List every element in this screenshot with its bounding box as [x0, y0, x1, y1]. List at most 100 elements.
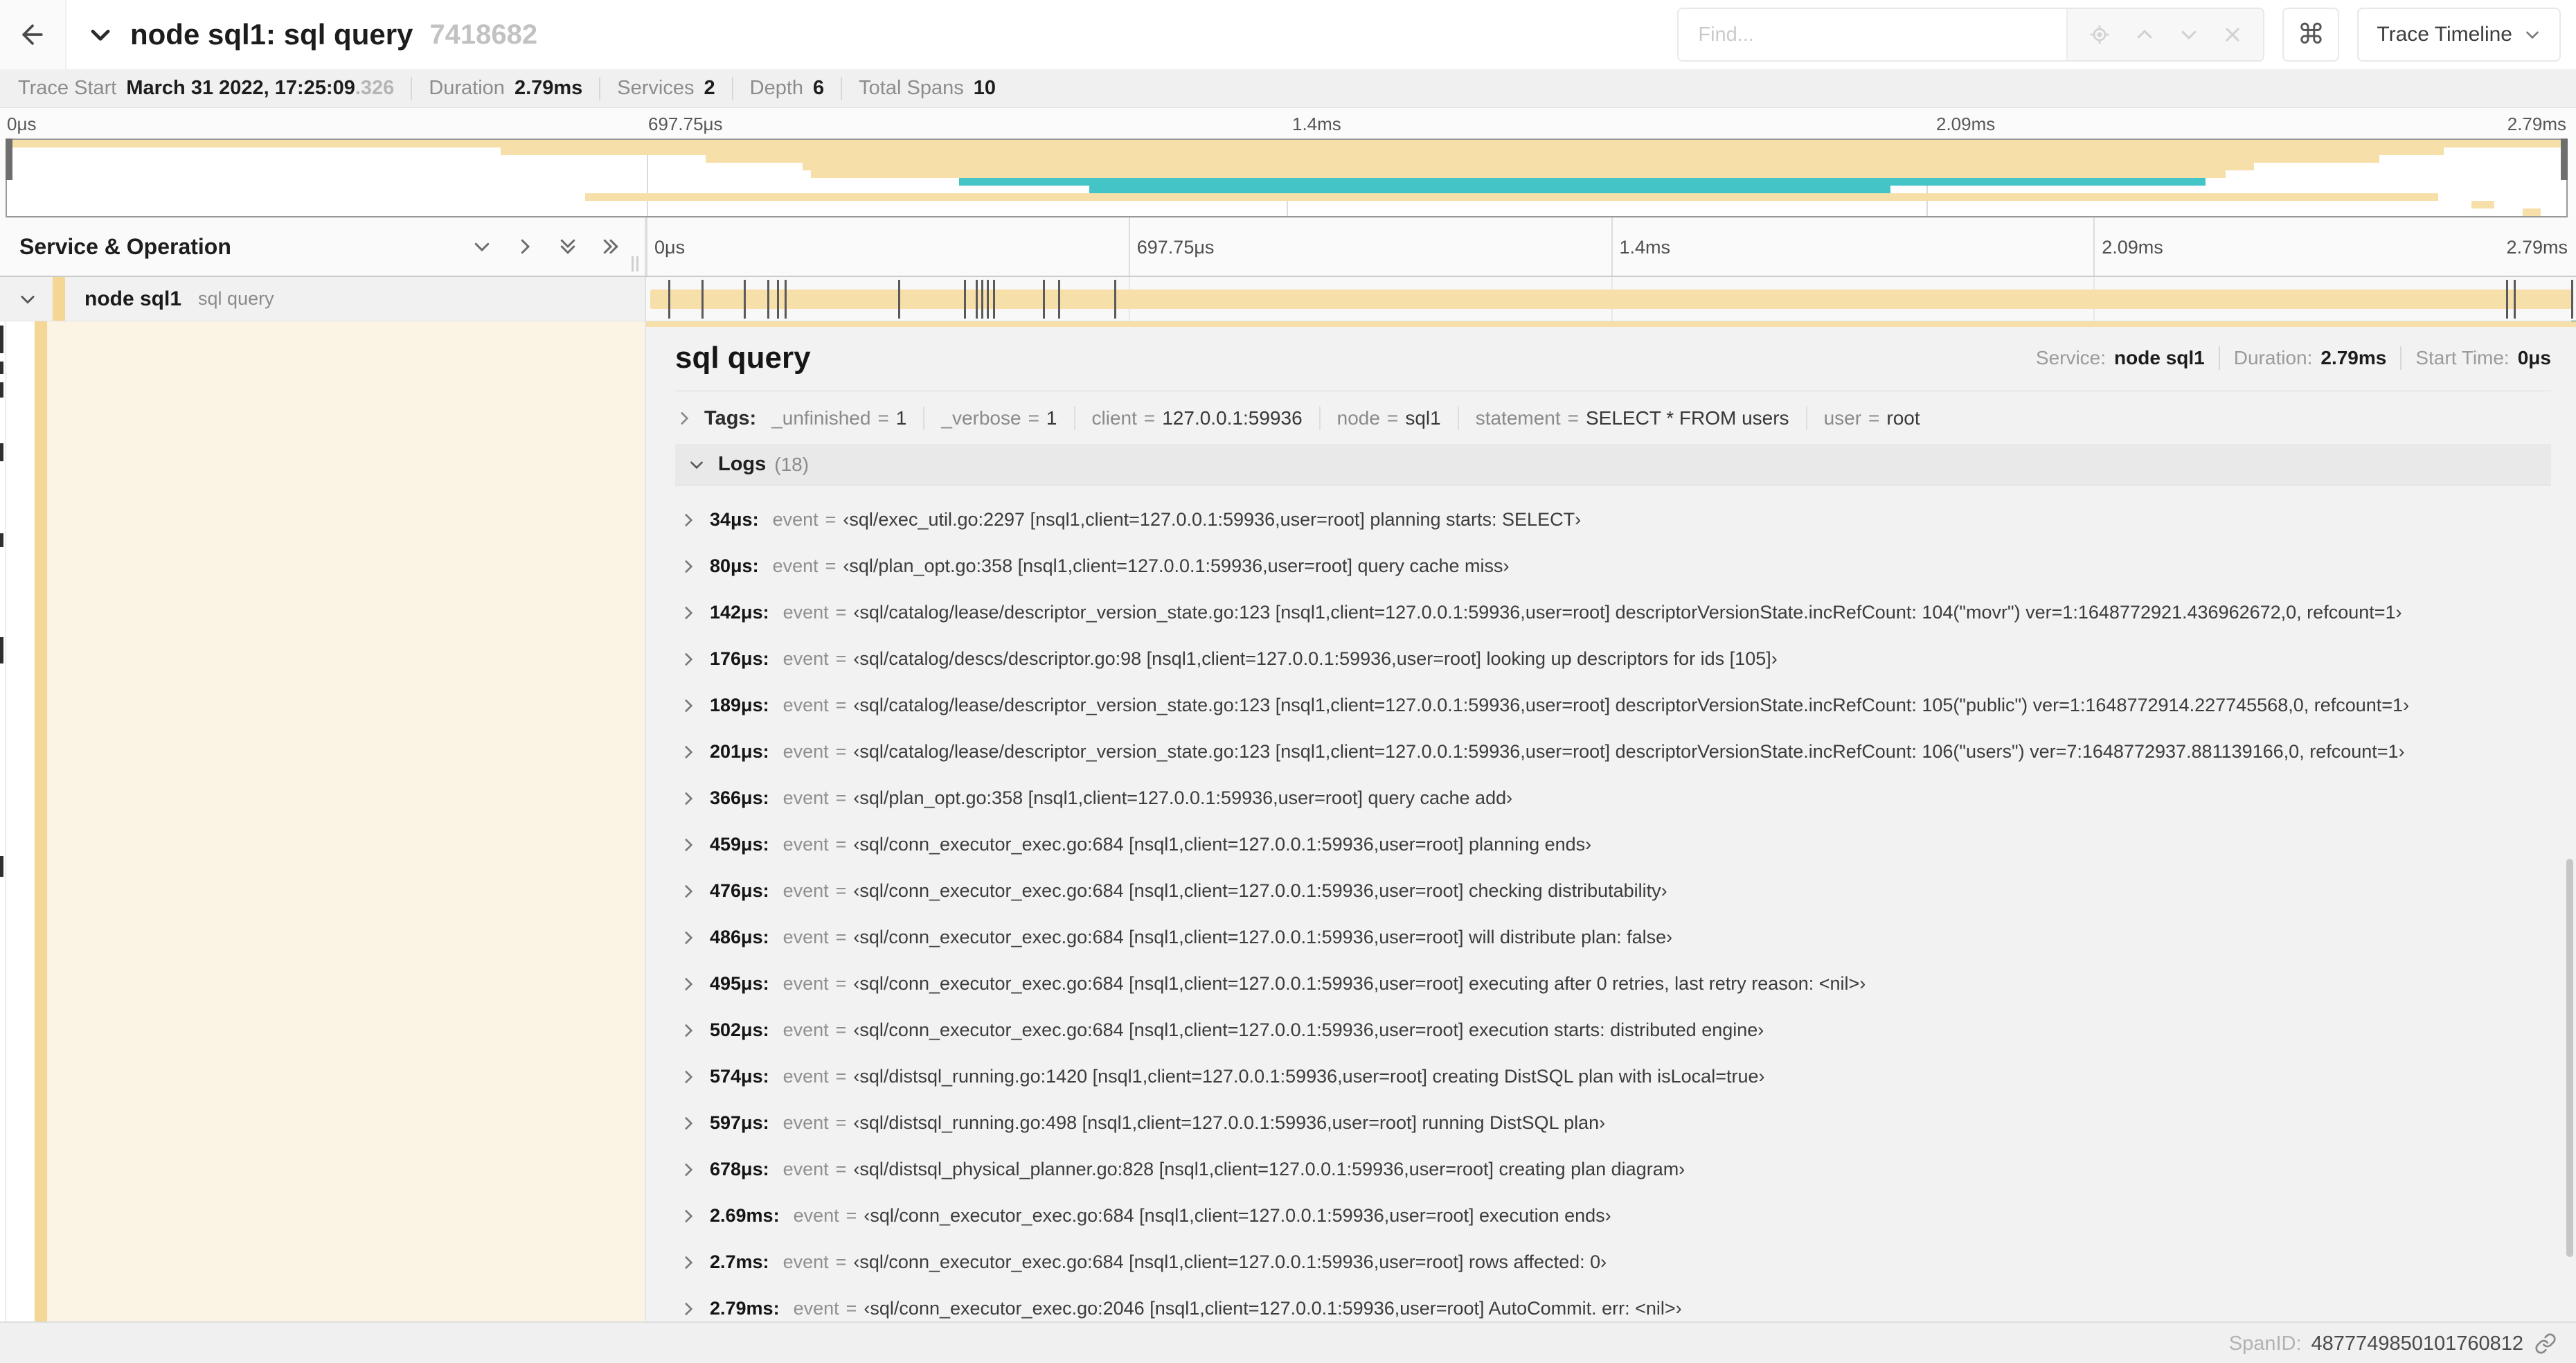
- command-icon: ⌘: [2297, 19, 2325, 50]
- log-entry[interactable]: 476μs: event = ‹sql/conn_executor_exec.go:6…: [675, 868, 2551, 914]
- minimap-tick-labels: 0μs 697.75μs 1.4ms 2.09ms 2.79ms: [0, 114, 2576, 137]
- copy-link-icon[interactable]: [2534, 1333, 2557, 1355]
- log-expand-chevron-icon[interactable]: [679, 697, 697, 715]
- log-expand-chevron-icon[interactable]: [679, 975, 697, 993]
- clear-find-icon[interactable]: [2223, 25, 2242, 44]
- minimap-canvas[interactable]: [6, 139, 2568, 217]
- collapse-one-icon[interactable]: [472, 236, 492, 257]
- minimap-row: [7, 208, 2566, 216]
- log-entry[interactable]: 574μs: event = ‹sql/distsql_running.go:1420…: [675, 1053, 2551, 1100]
- tags-label: Tags:: [704, 407, 757, 429]
- log-expand-chevron-icon[interactable]: [679, 604, 697, 622]
- column-resize-handle[interactable]: [632, 256, 638, 271]
- expand-all-icon[interactable]: [600, 236, 621, 257]
- log-entry[interactable]: 597μs: event = ‹sql/distsql_running.go:498 …: [675, 1100, 2551, 1146]
- log-equals: =: [846, 1298, 857, 1319]
- find-input[interactable]: [1679, 9, 2067, 60]
- span-detail-title: sql query: [675, 341, 811, 375]
- trace-summary-bar: Trace Start March 31 2022, 17:25:09.326 Du…: [0, 69, 2576, 108]
- summary-value-suffix: .326: [355, 77, 395, 99]
- span-meta-item: Duration: 2.79ms: [2218, 346, 2401, 370]
- span-collapse-chevron-icon[interactable]: [18, 289, 37, 309]
- log-entry[interactable]: 366μs: event = ‹sql/plan_opt.go:358 [nsql1,…: [675, 775, 2551, 821]
- log-expand-chevron-icon[interactable]: [679, 1207, 697, 1225]
- meta-value: node sql1: [2114, 347, 2205, 368]
- ruler-tick-label: 2.09ms: [2102, 237, 2163, 258]
- log-value: ‹sql/conn_executor_exec.go:684 [nsql1,cl…: [853, 880, 1667, 901]
- log-entry[interactable]: 176μs: event = ‹sql/catalog/descs/descripto…: [675, 636, 2551, 682]
- log-value: ‹sql/plan_opt.go:358 [nsql1,client=127.0…: [853, 787, 1513, 808]
- log-entry[interactable]: 2.69ms: event = ‹sql/conn_executor_exec.go:…: [675, 1193, 2551, 1239]
- log-entry[interactable]: 486μs: event = ‹sql/conn_executor_exec.go:6…: [675, 914, 2551, 961]
- log-field-name: event: [793, 1298, 839, 1319]
- log-entry[interactable]: 678μs: event = ‹sql/distsql_physical_planne…: [675, 1146, 2551, 1193]
- span-detail-zone: sql query Service: node sql1 Duration: 2.79…: [0, 321, 2576, 1321]
- minimap-left-drag-handle[interactable]: [6, 139, 12, 180]
- logs-header[interactable]: Logs (18): [675, 444, 2551, 485]
- log-expand-chevron-icon[interactable]: [679, 1022, 697, 1040]
- meta-label: Duration:: [2233, 347, 2313, 368]
- log-expand-chevron-icon[interactable]: [679, 1254, 697, 1272]
- trace-collapse-chevron-icon[interactable]: [87, 21, 114, 48]
- log-entry[interactable]: 34μs: event = ‹sql/exec_util.go:2297 [nsql1…: [675, 497, 2551, 543]
- log-value: ‹sql/conn_executor_exec.go:684 [nsql1,cl…: [864, 1205, 1611, 1226]
- find-next-icon[interactable]: [2179, 24, 2199, 45]
- view-selector-button[interactable]: Trace Timeline: [2357, 8, 2561, 62]
- log-timestamp: 486μs:: [710, 927, 769, 947]
- log-entry[interactable]: 142μs: event = ‹sql/catalog/lease/descripto…: [675, 589, 2551, 636]
- log-entry[interactable]: 502μs: event = ‹sql/conn_executor_exec.go:6…: [675, 1007, 2551, 1053]
- log-entry[interactable]: 201μs: event = ‹sql/catalog/lease/descripto…: [675, 729, 2551, 775]
- log-expand-chevron-icon[interactable]: [679, 511, 697, 529]
- log-entry[interactable]: 2.7ms: event = ‹sql/conn_executor_exec.go:6…: [675, 1239, 2551, 1285]
- log-expand-chevron-icon[interactable]: [679, 836, 697, 854]
- log-marker-tick: [701, 280, 704, 319]
- log-expand-chevron-icon[interactable]: [679, 790, 697, 808]
- minimap-row: [7, 178, 2566, 186]
- minimap-tick-label: 0μs: [7, 114, 37, 134]
- tags-row[interactable]: Tags: _unfinished = 1 _verbose = 1 client = 127.…: [675, 407, 2551, 430]
- back-button[interactable]: [0, 0, 66, 69]
- log-equals: =: [835, 880, 847, 901]
- minimap-span: [585, 193, 2439, 201]
- log-expand-chevron-icon[interactable]: [679, 743, 697, 761]
- log-entries: 34μs: event = ‹sql/exec_util.go:2297 [nsql1…: [675, 485, 2551, 1321]
- span-service-name: node sql1: [84, 287, 182, 310]
- log-entry[interactable]: 189μs: event = ‹sql/catalog/lease/descripto…: [675, 682, 2551, 729]
- span-duration-bar[interactable]: [650, 289, 2572, 309]
- tags-expand-chevron-icon[interactable]: [675, 409, 693, 427]
- collapse-all-icon[interactable]: [557, 236, 578, 257]
- log-value: ‹sql/catalog/descs/descriptor.go:98 [nsq…: [853, 648, 1778, 669]
- find-prev-icon[interactable]: [2134, 24, 2155, 45]
- log-expand-chevron-icon[interactable]: [679, 1161, 697, 1179]
- log-expand-chevron-icon[interactable]: [679, 882, 697, 900]
- tag-equals: =: [1143, 407, 1156, 429]
- log-expand-chevron-icon[interactable]: [679, 1114, 697, 1132]
- log-entry[interactable]: 495μs: event = ‹sql/conn_executor_exec.go:6…: [675, 961, 2551, 1007]
- log-value: ‹sql/conn_executor_exec.go:684 [nsql1,cl…: [853, 1251, 1607, 1272]
- span-row-name-cell[interactable]: node sql1 sql query: [0, 277, 646, 321]
- locate-icon[interactable]: [2088, 24, 2111, 46]
- log-entry[interactable]: 80μs: event = ‹sql/plan_opt.go:358 [nsql1,c…: [675, 543, 2551, 589]
- vertical-scrollbar-thumb[interactable]: [2566, 859, 2573, 1257]
- expand-one-icon[interactable]: [515, 236, 535, 257]
- log-timestamp: 2.7ms:: [710, 1251, 769, 1272]
- minimap-right-drag-handle[interactable]: [2561, 139, 2568, 180]
- log-timestamp: 189μs:: [710, 695, 769, 715]
- log-equals: =: [835, 834, 847, 855]
- summary-value: March 31 2022, 17:25:09: [126, 77, 355, 99]
- log-timestamp: 502μs:: [710, 1019, 769, 1040]
- log-expand-chevron-icon[interactable]: [679, 650, 697, 668]
- log-entry[interactable]: 2.79ms: event = ‹sql/conn_executor_exec.go:…: [675, 1285, 2551, 1321]
- log-expand-chevron-icon[interactable]: [679, 1068, 697, 1086]
- minimap-span: [501, 148, 2444, 155]
- service-operation-header: Service & Operation: [0, 217, 646, 276]
- log-expand-chevron-icon[interactable]: [679, 1300, 697, 1318]
- log-entry[interactable]: 459μs: event = ‹sql/conn_executor_exec.go:6…: [675, 821, 2551, 868]
- keyboard-shortcuts-button[interactable]: ⌘: [2282, 8, 2340, 62]
- minimap-row: [7, 170, 2566, 178]
- tag-value: 127.0.0.1:59936: [1162, 407, 1303, 429]
- log-field-name: event: [782, 1251, 829, 1272]
- log-expand-chevron-icon[interactable]: [679, 929, 697, 947]
- tag-item: _verbose = 1: [923, 407, 1073, 430]
- log-expand-chevron-icon[interactable]: [679, 558, 697, 576]
